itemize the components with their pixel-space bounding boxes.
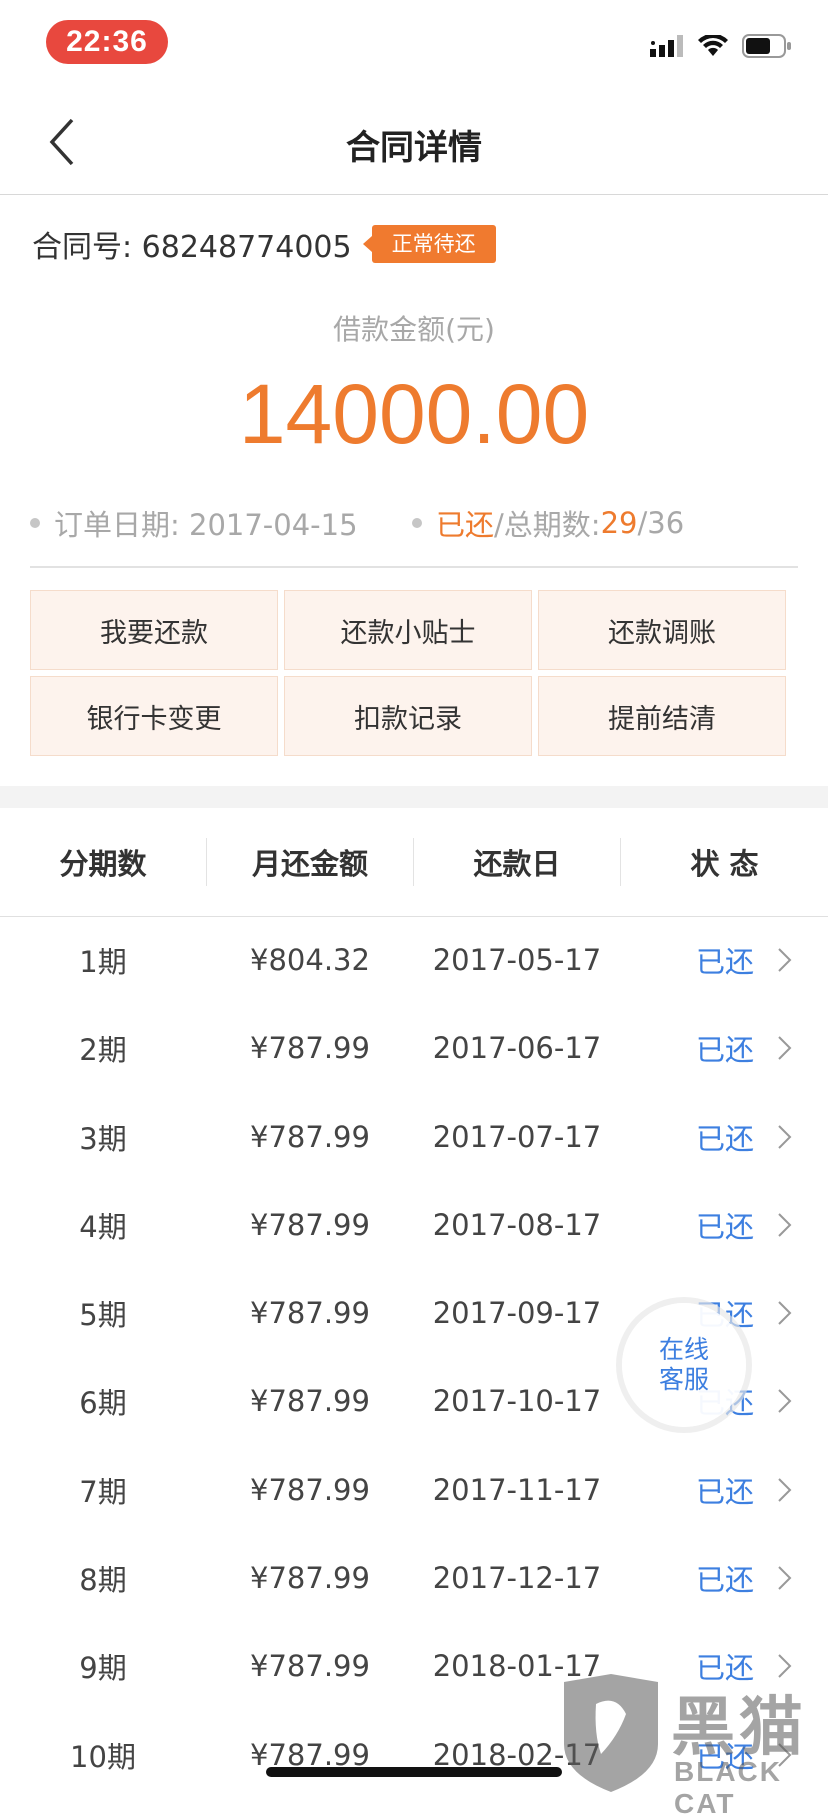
row-date: 2017-07-17 xyxy=(432,1119,602,1154)
row-status: 已还 xyxy=(696,945,755,979)
table-row[interactable]: 1期 ¥804.32 2017-05-17 已还 xyxy=(0,916,828,1004)
loan-amount-value: 14000.00 xyxy=(238,367,590,461)
chevron-right-icon xyxy=(778,1213,792,1237)
row-date: 2017-09-17 xyxy=(432,1296,602,1331)
signal-icon xyxy=(650,35,684,61)
row-period: 6期 xyxy=(79,1386,127,1421)
total-label: /总期数: xyxy=(494,508,601,542)
row-date: 2017-10-17 xyxy=(432,1384,602,1419)
row-period: 7期 xyxy=(79,1474,127,1509)
row-amount: ¥804.32 xyxy=(250,943,370,977)
contract-row: 合同号: 68248774005 正常待还 xyxy=(32,222,496,266)
online-service-button[interactable]: 在线 客服 xyxy=(622,1303,746,1427)
table-row[interactable]: 3期 ¥787.99 2017-07-17 已还 xyxy=(0,1093,828,1181)
paid-label: 已还 xyxy=(436,508,495,542)
header-amount: 月还金额 xyxy=(251,847,368,881)
repay-adjust-button[interactable]: 还款调账 xyxy=(538,590,786,670)
total-count: /36 xyxy=(637,506,685,540)
row-amount: ¥787.99 xyxy=(250,1207,370,1242)
header-period: 分期数 xyxy=(59,847,147,881)
cat-shield-icon xyxy=(564,1674,658,1792)
bullet-dot-icon xyxy=(412,518,422,528)
contract-number: 合同号: 68248774005 xyxy=(32,230,352,265)
row-date: 2017-08-17 xyxy=(432,1207,602,1242)
chevron-right-icon xyxy=(778,1301,792,1325)
header-status: 状 态 xyxy=(690,847,759,881)
chevron-right-icon xyxy=(778,1389,792,1414)
wifi-icon xyxy=(698,33,728,61)
paid-count: 29 xyxy=(600,506,638,540)
row-status: 已还 xyxy=(696,1563,755,1598)
chevron-right-icon xyxy=(778,1124,792,1149)
early-settle-button[interactable]: 提前结清 xyxy=(538,676,786,756)
repay-button[interactable]: 我要还款 xyxy=(30,590,278,670)
page-title: 合同详情 xyxy=(346,128,482,168)
header-date: 还款日 xyxy=(473,847,561,881)
row-amount: ¥787.99 xyxy=(250,1737,370,1772)
row-amount: ¥787.99 xyxy=(250,1296,370,1331)
bullet-dot-icon xyxy=(30,518,40,528)
row-status: 已还 xyxy=(696,1209,755,1244)
row-period: 4期 xyxy=(79,1209,127,1244)
row-amount: ¥787.99 xyxy=(250,1649,370,1684)
row-status: 已还 xyxy=(696,1474,755,1509)
watermark-text: 黑猫 xyxy=(671,1691,807,1765)
row-status: 已还 xyxy=(696,1121,755,1156)
loan-amount-label: 借款金额(元) xyxy=(333,313,495,346)
service-line2: 客服 xyxy=(658,1365,709,1394)
row-amount: ¥787.99 xyxy=(250,1384,370,1419)
row-period: 2期 xyxy=(79,1033,127,1068)
repay-tips-button[interactable]: 还款小贴士 xyxy=(284,590,532,670)
repayment-progress: 已还/总期数: 29/36 xyxy=(412,502,684,544)
table-row[interactable]: 8期 ¥787.99 2017-12-17 已还 xyxy=(0,1534,828,1622)
table-header: 分期数 月还金额 还款日 状 态 xyxy=(0,808,828,917)
nav-bar: 合同详情 xyxy=(0,90,828,195)
watermark-logo: 黑猫 BLACK CAT xyxy=(556,1674,826,1819)
chevron-right-icon xyxy=(778,1478,792,1502)
battery-icon xyxy=(742,34,792,62)
status-badge: 正常待还 xyxy=(362,225,496,263)
row-period: 9期 xyxy=(79,1651,127,1686)
action-grid: 我要还款 还款小贴士 还款调账 银行卡变更 扣款记录 提前结清 xyxy=(30,590,792,756)
divider xyxy=(30,566,798,568)
section-separator xyxy=(0,786,828,808)
meta-row: 订单日期: 2017-04-15 已还/总期数: 29/36 xyxy=(30,502,800,542)
chevron-right-icon xyxy=(778,1036,792,1061)
row-amount: ¥787.99 xyxy=(250,1031,370,1066)
row-amount: ¥787.99 xyxy=(250,1119,370,1154)
order-date-text: 订单日期: 2017-04-15 xyxy=(54,508,358,542)
deduction-record-button[interactable]: 扣款记录 xyxy=(284,676,532,756)
row-period: 5期 xyxy=(79,1298,127,1333)
row-status: 已还 xyxy=(696,1033,755,1068)
table-row[interactable]: 2期 ¥787.99 2017-06-17 已还 xyxy=(0,1004,828,1092)
status-time: 22:36 xyxy=(46,20,168,64)
row-date: 2017-06-17 xyxy=(432,1031,602,1066)
home-indicator[interactable] xyxy=(266,1767,562,1777)
table-row[interactable]: 4期 ¥787.99 2017-08-17 已还 xyxy=(0,1181,828,1269)
watermark-subtext: BLACK CAT xyxy=(674,1756,782,1819)
row-period: 3期 xyxy=(79,1121,127,1156)
status-icons xyxy=(650,33,792,62)
service-line1: 在线 xyxy=(658,1335,709,1364)
row-date: 2017-11-17 xyxy=(432,1472,602,1507)
row-amount: ¥787.99 xyxy=(250,1472,370,1507)
table-row[interactable]: 7期 ¥787.99 2017-11-17 已还 xyxy=(0,1446,828,1534)
row-period: 1期 xyxy=(79,945,127,979)
order-date: 订单日期: 2017-04-15 xyxy=(30,502,358,544)
chevron-right-icon xyxy=(778,948,792,972)
row-amount: ¥787.99 xyxy=(250,1561,370,1596)
row-period: 8期 xyxy=(79,1563,127,1598)
row-period: 10期 xyxy=(70,1739,136,1774)
row-date: 2017-12-17 xyxy=(432,1561,602,1596)
bank-card-change-button[interactable]: 银行卡变更 xyxy=(30,676,278,756)
status-bar: 22:36 xyxy=(0,0,828,90)
row-date: 2017-05-17 xyxy=(432,943,602,977)
chevron-right-icon xyxy=(778,1566,792,1590)
